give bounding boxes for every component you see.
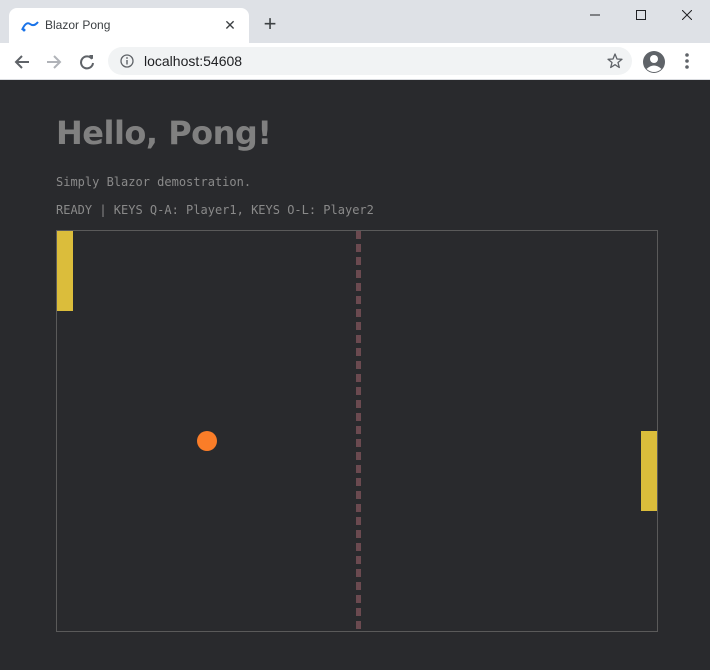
minimize-button[interactable] bbox=[572, 0, 618, 30]
maximize-icon bbox=[636, 10, 646, 20]
center-net bbox=[356, 231, 361, 631]
minimize-icon bbox=[590, 14, 600, 16]
url-text[interactable]: localhost:54608 bbox=[144, 53, 242, 69]
page-subtitle: Simply Blazor demostration. bbox=[56, 175, 252, 189]
player2-paddle bbox=[641, 431, 657, 511]
kebab-menu-icon[interactable] bbox=[676, 49, 698, 75]
browser-toolbar: localhost:54608 bbox=[0, 43, 710, 80]
forward-button[interactable] bbox=[40, 48, 68, 76]
forward-arrow-icon bbox=[47, 55, 62, 69]
browser-tab[interactable]: Blazor Pong ✕ bbox=[9, 8, 249, 43]
game-status: READY | KEYS Q-A: Player1, KEYS O-L: Pla… bbox=[56, 203, 374, 217]
player1-paddle bbox=[57, 231, 73, 311]
pong-court[interactable] bbox=[56, 230, 658, 632]
close-icon bbox=[682, 10, 692, 20]
page-content: Hello, Pong! Simply Blazor demostration.… bbox=[0, 80, 710, 670]
tab-close-icon[interactable]: ✕ bbox=[221, 16, 239, 34]
maximize-button[interactable] bbox=[618, 0, 664, 30]
blazor-icon bbox=[21, 21, 39, 32]
page-title: Hello, Pong! bbox=[56, 114, 272, 152]
star-icon[interactable] bbox=[606, 52, 624, 70]
new-tab-button[interactable]: + bbox=[260, 13, 280, 35]
profile-avatar-icon[interactable] bbox=[641, 49, 667, 75]
back-button[interactable] bbox=[8, 48, 36, 76]
address-bar[interactable]: localhost:54608 bbox=[108, 47, 632, 75]
tab-strip: Blazor Pong ✕ + bbox=[0, 0, 710, 43]
reload-icon bbox=[80, 55, 94, 70]
info-icon[interactable] bbox=[120, 54, 134, 68]
back-arrow-icon bbox=[14, 55, 29, 69]
close-window-button[interactable] bbox=[664, 0, 710, 30]
reload-button[interactable] bbox=[73, 48, 101, 76]
ball bbox=[197, 431, 217, 451]
tab-title: Blazor Pong bbox=[45, 18, 111, 32]
